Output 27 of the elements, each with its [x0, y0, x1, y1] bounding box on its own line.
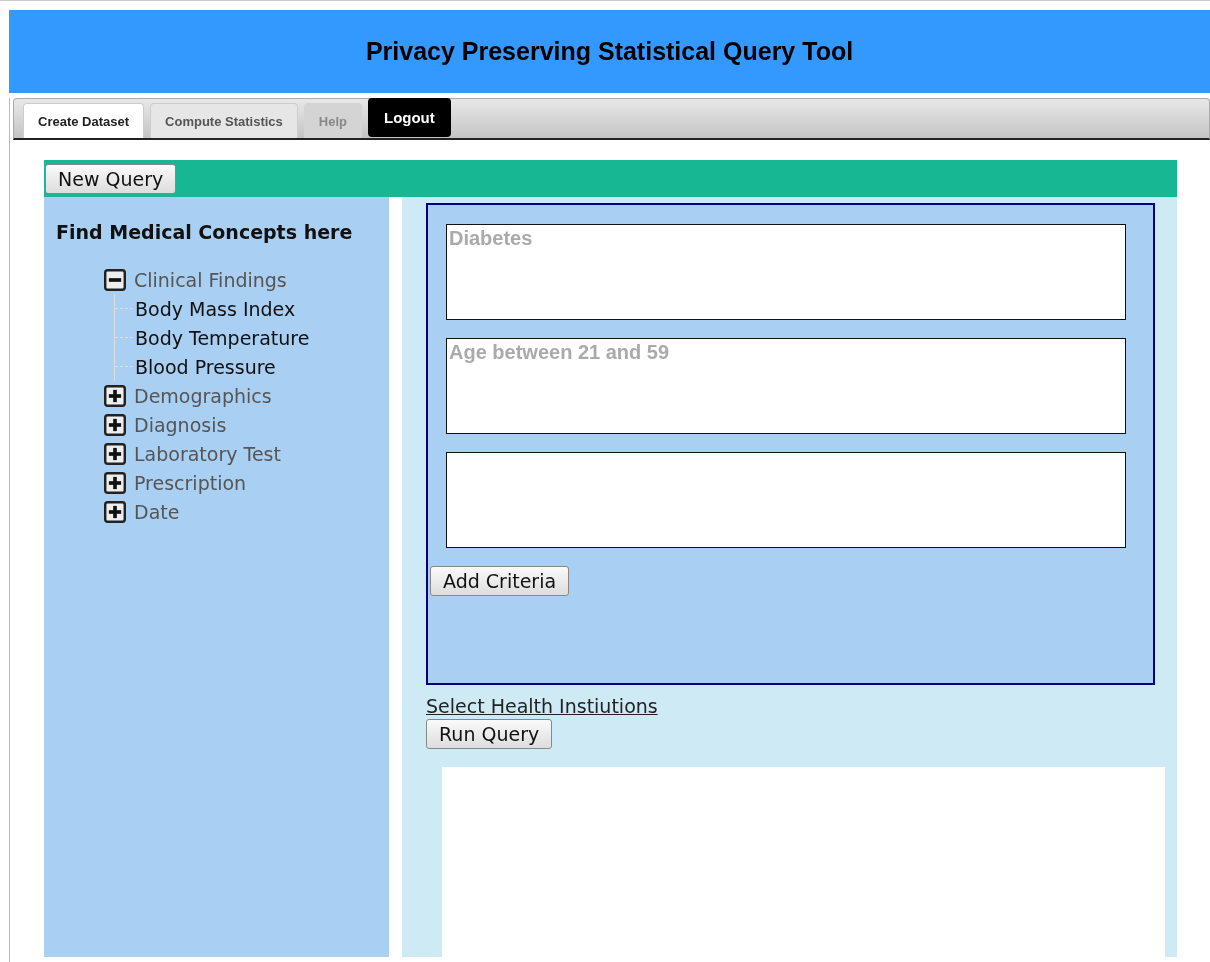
toggle-icon[interactable]: [104, 471, 126, 494]
new-query-button[interactable]: New Query: [45, 163, 177, 194]
tree-item[interactable]: Clinical Findings: [134, 268, 287, 291]
app-title: Privacy Preserving Statistical Query Tool: [365, 37, 854, 66]
tree-item[interactable]: Diagnosis: [134, 413, 227, 436]
tree-item[interactable]: Prescription: [134, 471, 247, 494]
toggle-icon[interactable]: [104, 413, 126, 436]
logout-button[interactable]: Logout: [367, 98, 451, 137]
tab[interactable]: Compute Statistics: [150, 103, 298, 138]
tree-item[interactable]: Blood Pressure: [135, 355, 276, 378]
toggle-icon[interactable]: [104, 442, 126, 465]
tree-item[interactable]: Body Mass Index: [135, 297, 296, 320]
toggle-icon[interactable]: [104, 500, 126, 523]
tree-item[interactable]: Demographics: [134, 384, 272, 407]
tree-item[interactable]: Laboratory Test: [134, 442, 281, 465]
criteria-field[interactable]: Age between 21 and 59: [446, 338, 1126, 434]
toggle-icon[interactable]: [104, 384, 126, 407]
tab[interactable]: Create Dataset: [23, 103, 145, 138]
run-query-button[interactable]: Run Query: [426, 718, 553, 749]
select-institutions-link[interactable]: Select Health Instiutions: [426, 694, 658, 717]
add-criteria-button[interactable]: Add Criteria: [430, 566, 570, 596]
criteria-field[interactable]: [446, 452, 1126, 548]
tree-item[interactable]: Date: [134, 500, 180, 523]
criteria-field[interactable]: Diabetes: [446, 224, 1126, 320]
toggle-icon[interactable]: [104, 268, 126, 291]
tree-item[interactable]: Body Temperature: [135, 326, 310, 349]
sidebar-title: Find Medical Concepts here: [56, 221, 354, 243]
